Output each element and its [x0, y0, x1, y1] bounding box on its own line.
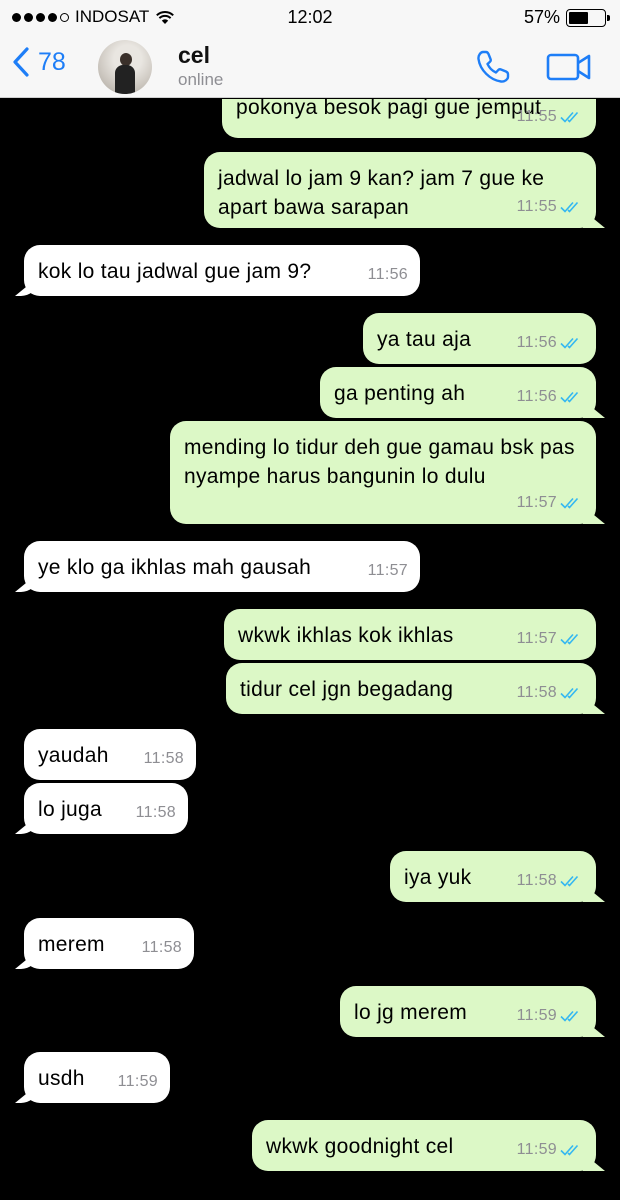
- message-bubble-incoming[interactable]: kok lo tau jadwal gue jam 9? 11:56: [24, 245, 420, 296]
- message-time: 11:56: [516, 334, 557, 351]
- chat-header: 78 cel online: [0, 34, 620, 98]
- message-bubble-outgoing[interactable]: pokonya besok pagi gue jemput 11:55: [222, 99, 596, 138]
- message-bubble-outgoing[interactable]: ga penting ah 11:56: [320, 367, 596, 418]
- message-meta: 11:57: [517, 488, 584, 517]
- video-call-icon[interactable]: [546, 50, 592, 84]
- read-receipt-icon: [560, 391, 579, 403]
- read-receipt-icon: [560, 1144, 579, 1156]
- message-bubble-outgoing[interactable]: ya tau aja 11:56: [363, 313, 596, 364]
- battery-fill: [569, 11, 589, 24]
- message-text: ye klo ga ikhlas mah gausah: [38, 556, 312, 579]
- message-text: mending lo tidur deh gue gamau bsk pas n…: [184, 436, 575, 488]
- message-meta: 11:55: [517, 102, 584, 131]
- message-time: 11:56: [367, 266, 408, 283]
- message-text: kok lo tau jadwal gue jam 9?: [38, 260, 312, 283]
- message-bubble-incoming[interactable]: merem 11:58: [24, 918, 194, 969]
- message-bubble-incoming[interactable]: usdh 11:59: [24, 1052, 170, 1103]
- message-time: 11:57: [516, 630, 557, 647]
- message-bubble-outgoing[interactable]: mending lo tidur deh gue gamau bsk pas n…: [170, 421, 596, 524]
- message-time: 11:59: [117, 1073, 158, 1090]
- avatar[interactable]: [98, 40, 152, 94]
- message-time: 11:55: [516, 198, 557, 215]
- message-meta: 11:55: [517, 192, 584, 221]
- contact-status: online: [178, 70, 224, 89]
- back-button[interactable]: 78: [12, 46, 66, 78]
- read-receipt-icon: [560, 687, 579, 699]
- message-time: 11:59: [516, 1141, 557, 1158]
- message-meta: 11:58: [517, 866, 584, 895]
- read-receipt-icon: [560, 1010, 579, 1022]
- read-receipt-icon: [560, 875, 579, 887]
- message-bubble-incoming[interactable]: yaudah 11:58: [24, 729, 196, 780]
- message-time: 11:57: [516, 494, 557, 511]
- message-time: 11:58: [516, 872, 557, 889]
- message-bubble-outgoing[interactable]: jadwal lo jam 9 kan? jam 7 gue ke apart …: [204, 152, 596, 228]
- message-bubble-incoming[interactable]: lo juga 11:58: [24, 783, 188, 834]
- message-meta: 11:56: [368, 260, 408, 289]
- message-time: 11:56: [516, 388, 557, 405]
- message-meta: 11:58: [144, 744, 184, 773]
- message-time: 11:57: [367, 562, 408, 579]
- status-right: 57%: [523, 7, 610, 28]
- message-bubble-incoming[interactable]: ye klo ga ikhlas mah gausah 11:57: [24, 541, 420, 592]
- chevron-left-icon: [13, 47, 29, 77]
- message-meta: 11:58: [136, 798, 176, 827]
- unread-count: 78: [38, 47, 66, 76]
- phone-call-icon[interactable]: [474, 48, 512, 86]
- message-meta: 11:59: [517, 1135, 584, 1164]
- message-meta: 11:58: [142, 933, 182, 962]
- read-receipt-icon: [560, 633, 579, 645]
- message-bubble-outgoing[interactable]: wkwk goodnight cel 11:59: [252, 1120, 596, 1171]
- message-meta: 11:57: [368, 556, 408, 585]
- message-meta: 11:59: [517, 1001, 584, 1030]
- status-bar: INDOSAT 12:02 57%: [0, 0, 620, 34]
- read-receipt-icon: [560, 111, 579, 123]
- message-list[interactable]: pokonya besok pagi gue jemput 11:55 jadw…: [0, 99, 620, 1200]
- message-time: 11:58: [516, 684, 557, 701]
- message-time: 11:55: [516, 108, 557, 125]
- message-meta: 11:56: [517, 382, 584, 411]
- message-bubble-outgoing[interactable]: lo jg merem 11:59: [340, 986, 596, 1037]
- message-meta: 11:56: [517, 328, 584, 357]
- message-bubble-outgoing[interactable]: iya yuk 11:58: [390, 851, 596, 902]
- message-time: 11:59: [516, 1007, 557, 1024]
- message-meta: 11:57: [517, 624, 584, 653]
- read-receipt-icon: [560, 497, 579, 509]
- read-receipt-icon: [560, 337, 579, 349]
- message-meta: 11:58: [517, 678, 584, 707]
- message-bubble-outgoing[interactable]: tidur cel jgn begadang 11:58: [226, 663, 596, 714]
- message-meta: 11:59: [118, 1067, 158, 1096]
- battery-icon: [566, 8, 610, 27]
- message-time: 11:58: [141, 939, 182, 956]
- message-time: 11:58: [143, 750, 184, 767]
- read-receipt-icon: [560, 201, 579, 213]
- battery-percent: 57%: [523, 7, 560, 27]
- message-time: 11:58: [135, 804, 176, 821]
- contact-name[interactable]: cel: [178, 42, 210, 69]
- message-bubble-outgoing[interactable]: wkwk ikhlas kok ikhlas 11:57: [224, 609, 596, 660]
